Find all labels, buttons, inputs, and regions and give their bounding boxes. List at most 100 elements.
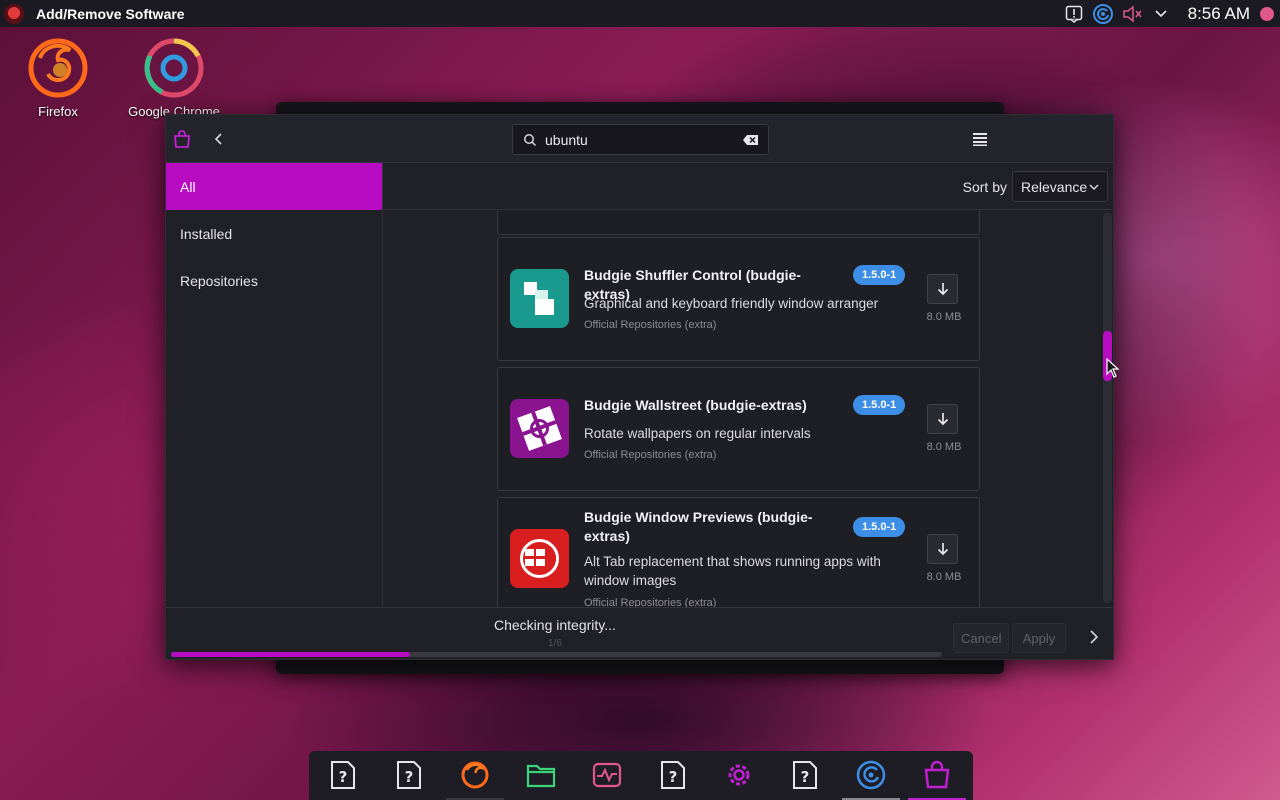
package-name: Budgie Window Previews (budgie-extras) bbox=[584, 509, 813, 544]
search-input[interactable] bbox=[545, 131, 742, 148]
back-button[interactable] bbox=[208, 128, 230, 150]
download-arrow-icon bbox=[937, 543, 948, 556]
chrome-icon bbox=[144, 38, 204, 98]
package-description: Rotate wallpapers on regular intervals bbox=[584, 426, 811, 441]
active-window-title: Add/Remove Software bbox=[36, 5, 185, 22]
system-monitor-icon bbox=[592, 762, 622, 788]
package-description: Alt Tab replacement that shows running a… bbox=[584, 554, 881, 588]
window-header bbox=[166, 115, 1113, 163]
svg-text:?: ? bbox=[405, 768, 414, 786]
dock-unknown-app-1[interactable]: ? bbox=[326, 758, 360, 792]
package-card[interactable]: Budgie Shuffler Control (budgie-extras) … bbox=[497, 237, 980, 361]
svg-text:?: ? bbox=[339, 768, 348, 786]
apply-button[interactable]: Apply bbox=[1012, 623, 1066, 653]
sidebar-item-label: Installed bbox=[180, 225, 233, 242]
sidebar-item-all[interactable]: All bbox=[166, 163, 382, 210]
chevron-down-icon[interactable] bbox=[1147, 0, 1176, 27]
system-tray: 8:56 AM bbox=[1060, 0, 1280, 27]
version-badge: 1.5.0-1 bbox=[853, 517, 906, 537]
unknown-file-icon: ? bbox=[397, 761, 421, 789]
svg-text:?: ? bbox=[669, 768, 678, 786]
dock-unknown-app-2[interactable]: ? bbox=[392, 758, 426, 792]
software-manager-window: All Installed Repositories Sort by Relev… bbox=[165, 114, 1114, 660]
sync-icon bbox=[856, 760, 886, 790]
transaction-footer: Checking integrity... 1/6 Cancel Apply bbox=[166, 607, 1113, 659]
chevron-down-icon bbox=[1089, 184, 1099, 191]
app-menu-logo-icon[interactable] bbox=[4, 3, 24, 24]
firefox-icon bbox=[461, 761, 489, 789]
settings-icon bbox=[728, 764, 750, 786]
package-card[interactable]: Budgie Window Previews (budgie-extras) 1… bbox=[497, 497, 980, 607]
chevron-left-icon bbox=[214, 133, 222, 145]
package-repository: Official Repositories (extra) bbox=[584, 319, 717, 331]
mouse-cursor-icon bbox=[1106, 358, 1120, 378]
dock: ? ? ? ? bbox=[309, 751, 973, 800]
download-arrow-icon bbox=[937, 283, 948, 296]
dock-firefox[interactable] bbox=[458, 758, 492, 792]
dock-files[interactable] bbox=[524, 758, 558, 792]
software-store-icon bbox=[924, 760, 950, 789]
package-size: 8.0 MB bbox=[926, 311, 962, 323]
desktop-icon-firefox[interactable]: Firefox bbox=[3, 36, 113, 119]
files-icon bbox=[526, 764, 556, 788]
package-list: Budgie Shuffler Control (budgie-extras) … bbox=[383, 211, 1101, 607]
desktop-icon-label: Firefox bbox=[38, 104, 78, 119]
package-size: 8.0 MB bbox=[926, 441, 962, 453]
top-panel: Add/Remove Software 8:56 AM bbox=[0, 0, 1280, 27]
dock-software-store[interactable] bbox=[920, 758, 954, 792]
sort-dropdown[interactable]: Relevance bbox=[1012, 171, 1108, 202]
sidebar-item-label: Repositories bbox=[180, 272, 258, 289]
svg-text:?: ? bbox=[801, 768, 810, 786]
chevron-right-icon[interactable] bbox=[1085, 628, 1103, 646]
shuffler-icon bbox=[510, 269, 569, 328]
transaction-status: Checking integrity... bbox=[494, 617, 616, 633]
desktop-icon-chrome[interactable]: Google Chrome bbox=[119, 36, 229, 119]
package-repository: Official Repositories (extra) bbox=[584, 449, 717, 461]
version-badge: 1.5.0-1 bbox=[853, 265, 906, 285]
sidebar: All Installed Repositories bbox=[166, 163, 383, 607]
dock-sync-app[interactable] bbox=[854, 758, 888, 792]
cancel-button[interactable]: Cancel bbox=[953, 623, 1010, 653]
sort-value: Relevance bbox=[1021, 178, 1088, 195]
version-badge: 1.5.0-1 bbox=[853, 395, 906, 415]
sidebar-item-installed[interactable]: Installed bbox=[166, 210, 382, 257]
install-button[interactable] bbox=[927, 534, 958, 564]
package-card[interactable]: Budgie Wallstreet (budgie-extras) 1.5.0-… bbox=[497, 367, 980, 491]
unknown-file-icon: ? bbox=[331, 761, 355, 789]
package-description: Graphical and keyboard friendly window a… bbox=[584, 296, 879, 311]
unknown-file-icon: ? bbox=[793, 761, 817, 789]
package-repository: Official Repositories (extra) bbox=[584, 597, 717, 607]
dock-system-monitor[interactable] bbox=[590, 758, 624, 792]
progress-count: 1/6 bbox=[548, 638, 562, 649]
menu-icon bbox=[973, 133, 987, 146]
wallstreet-icon bbox=[510, 399, 569, 458]
alert-icon[interactable] bbox=[1060, 0, 1089, 27]
clock[interactable]: 8:56 AM bbox=[1188, 4, 1250, 24]
install-button[interactable] bbox=[927, 404, 958, 434]
sort-bar: Sort by Relevance bbox=[383, 163, 1113, 210]
sort-label: Sort by bbox=[962, 179, 1007, 195]
progress-bar-fill bbox=[171, 652, 410, 657]
progress-bar bbox=[171, 652, 942, 657]
window-previews-icon bbox=[510, 529, 569, 588]
firefox-icon bbox=[28, 38, 88, 98]
volume-muted-icon[interactable] bbox=[1118, 0, 1147, 27]
unknown-file-icon: ? bbox=[661, 761, 685, 789]
dock-settings[interactable] bbox=[722, 758, 756, 792]
install-button[interactable] bbox=[927, 274, 958, 304]
package-size: 8.0 MB bbox=[926, 571, 962, 583]
notification-indicator[interactable] bbox=[1260, 6, 1274, 21]
package-name: Budgie Wallstreet (budgie-extras) bbox=[584, 397, 807, 413]
hamburger-menu-button[interactable] bbox=[969, 128, 991, 150]
search-field[interactable] bbox=[512, 124, 769, 155]
sync-icon[interactable] bbox=[1089, 0, 1118, 27]
sidebar-item-label: All bbox=[180, 178, 196, 195]
package-card-partial[interactable] bbox=[497, 211, 980, 235]
dock-unknown-app-4[interactable]: ? bbox=[788, 758, 822, 792]
sidebar-item-repositories[interactable]: Repositories bbox=[166, 257, 382, 304]
download-arrow-icon bbox=[937, 413, 948, 426]
clear-search-icon[interactable] bbox=[742, 131, 760, 149]
software-store-icon bbox=[171, 128, 193, 150]
package-list-scrollbar[interactable] bbox=[1103, 213, 1112, 603]
dock-unknown-app-3[interactable]: ? bbox=[656, 758, 690, 792]
